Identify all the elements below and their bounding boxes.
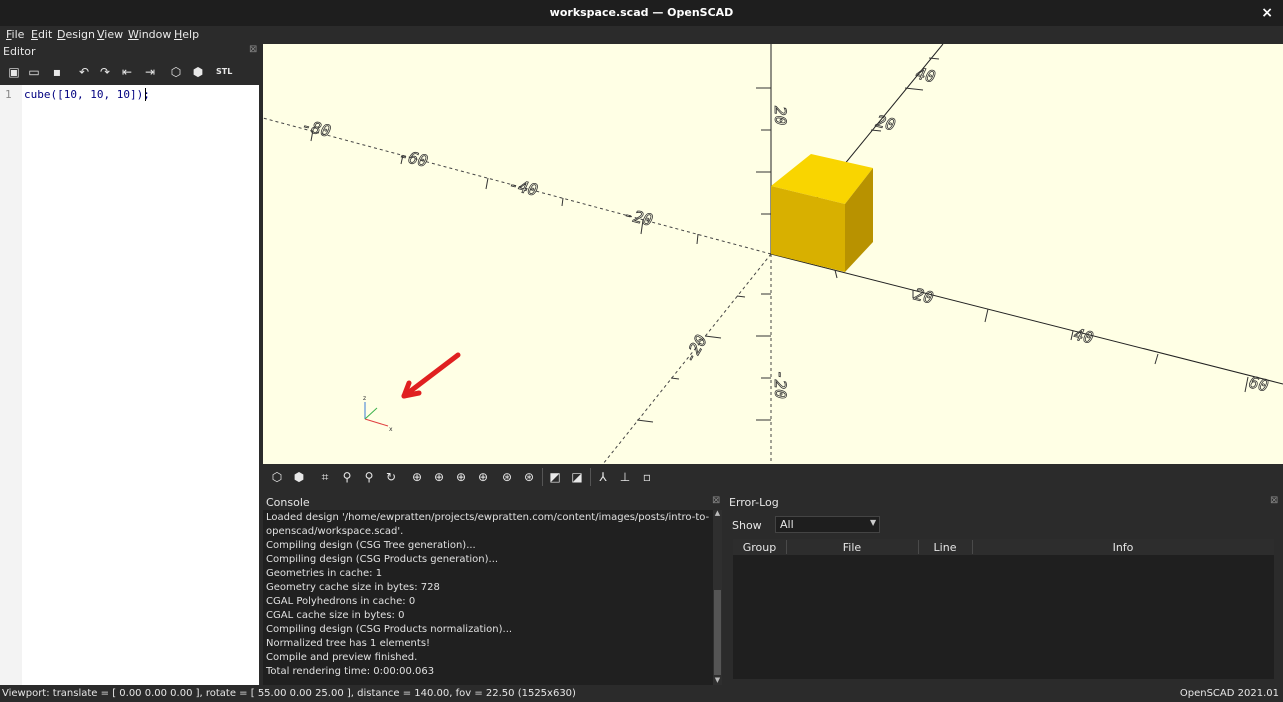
console-line: Compiling design (CSG Products normaliza…	[266, 624, 513, 635]
3d-viewport[interactable]: 20 40 60 -20 -40 -60 -80 20 -20 20 40 -2…	[263, 44, 1283, 464]
x-tick-label: 20	[912, 284, 935, 307]
view-toolbar: ⬡ ⬢ ⌗ ⚲ ⚲ ↻ ⊕ ⊕ ⊕ ⊕ ⊛ ⊛ ◩ ◪ ⅄ ⊥ ▫	[263, 464, 1283, 490]
redo-icon[interactable]: ↷	[97, 62, 113, 82]
console-line: Total rendering time: 0:00:00.063	[266, 666, 435, 677]
menu-help[interactable]: Help	[174, 28, 199, 41]
x-tick-label: -40	[507, 174, 540, 199]
z-tick-label: -20	[771, 370, 790, 399]
console-line: Geometries in cache: 1	[266, 568, 383, 579]
error-log-table[interactable]	[733, 539, 1274, 679]
console-line: CGAL cache size in bytes: 0	[266, 610, 405, 621]
export-stl-icon[interactable]: STL	[216, 62, 232, 82]
console-line: CGAL Polyhedrons in cache: 0	[266, 596, 416, 607]
perspective-icon[interactable]: ◩	[546, 468, 564, 486]
console-line: Compiling design (CSG Tree generation)..…	[266, 540, 476, 551]
text-cursor	[145, 88, 146, 101]
top-view-icon[interactable]: ⊕	[430, 468, 448, 486]
save-icon[interactable]: ▪	[49, 62, 65, 82]
bottom-view-icon[interactable]: ⊕	[452, 468, 470, 486]
error-log-panel-title: Error-Log	[729, 496, 779, 509]
console-line: Compile and preview finished.	[266, 652, 418, 663]
version-label: OpenSCAD 2021.01	[1179, 688, 1279, 699]
x-tick-label: -20	[622, 204, 655, 229]
column-header-line[interactable]: Line	[918, 541, 972, 554]
unindent-icon[interactable]: ⇤	[119, 62, 135, 82]
editor-toolbar: ▣ ▭ ▪ ↶ ↷ ⇤ ⇥ ⬡ ⬢ STL	[0, 62, 260, 84]
toolbar-separator	[590, 468, 591, 486]
annotation-arrow	[401, 352, 461, 399]
menu-design[interactable]: Design	[57, 28, 95, 41]
left-view-icon[interactable]: ⊕	[474, 468, 492, 486]
menu-file[interactable]: File	[6, 28, 24, 41]
menu-edit[interactable]: Edit	[31, 28, 52, 41]
console-scrollbar-thumb[interactable]	[714, 590, 721, 675]
undo-icon[interactable]: ↶	[76, 62, 92, 82]
column-header-group[interactable]: Group	[733, 541, 786, 554]
preview-icon[interactable]: ⬡	[268, 468, 286, 486]
menu-bar: File Edit Design View Window Help	[0, 26, 1283, 44]
gizmo-x-label: x	[389, 426, 393, 433]
editor-panel-title: Editor	[3, 45, 36, 58]
zoom-out-icon[interactable]: ⚲	[360, 468, 378, 486]
view-all-icon[interactable]: ⌗	[316, 468, 334, 486]
show-edges-icon[interactable]: ▫	[638, 468, 656, 486]
line-number-gutter	[0, 85, 22, 685]
scroll-up-arrow-icon[interactable]: ▲	[713, 509, 722, 519]
x-tick-label: 40	[1072, 324, 1095, 347]
console-panel-title: Console	[266, 496, 310, 509]
render-icon[interactable]: ⬢	[190, 62, 206, 82]
line-number: 1	[5, 88, 12, 101]
console-line: openscad/workspace.scad'.	[266, 526, 404, 537]
new-icon[interactable]: ▣	[6, 62, 22, 82]
render-icon[interactable]: ⬢	[290, 468, 308, 486]
chevron-down-icon[interactable]: ▼	[870, 518, 876, 527]
show-scale-icon[interactable]: ⊥	[616, 468, 634, 486]
viewport-canvas: 20 40 60 -20 -40 -60 -80 20 -20 20 40 -2…	[263, 44, 1283, 464]
show-filter-label: Show	[732, 519, 762, 532]
code-line[interactable]: cube([10, 10, 10]);	[24, 88, 150, 101]
console-line: Loaded design '/home/ewpratten/projects/…	[266, 512, 710, 523]
gizmo-z-label: z	[363, 395, 366, 402]
column-header-file[interactable]: File	[786, 541, 918, 554]
zoom-in-icon[interactable]: ⚲	[338, 468, 356, 486]
z-tick-label: 20	[771, 106, 790, 125]
back-view-icon[interactable]: ⊛	[520, 468, 538, 486]
open-icon[interactable]: ▭	[26, 62, 42, 82]
menu-view[interactable]: View	[97, 28, 123, 41]
indent-icon[interactable]: ⇥	[142, 62, 158, 82]
window-title: workspace.scad — OpenSCAD	[549, 6, 734, 19]
axes-gizmo: z x	[363, 395, 393, 433]
x-tick-label: -60	[397, 145, 430, 170]
console-line: Geometry cache size in bytes: 728	[266, 582, 440, 593]
code-editor[interactable]	[0, 85, 259, 685]
console-line: Compiling design (CSG Products generatio…	[266, 554, 499, 565]
menu-window[interactable]: Window	[128, 28, 171, 41]
y-tick-label: 40	[914, 63, 937, 86]
show-filter-select[interactable]: All	[775, 516, 880, 533]
console-line: Normalized tree has 1 elements!	[266, 638, 431, 649]
orthogonal-icon[interactable]: ◪	[568, 468, 586, 486]
console-dock-close-button[interactable]: ⊠	[712, 495, 720, 506]
close-window-button[interactable]: ×	[1261, 0, 1273, 26]
viewport-status-text: Viewport: translate = [ 0.00 0.00 0.00 ]…	[2, 688, 576, 699]
toolbar-separator	[542, 468, 543, 486]
reset-view-icon[interactable]: ↻	[382, 468, 400, 486]
x-axis-positive	[770, 253, 1283, 385]
right-view-icon[interactable]: ⊕	[408, 468, 426, 486]
editor-dock-close-button[interactable]: ⊠	[249, 44, 257, 55]
front-view-icon[interactable]: ⊛	[498, 468, 516, 486]
column-header-info[interactable]: Info	[972, 541, 1274, 554]
preview-icon[interactable]: ⬡	[168, 62, 184, 82]
x-tick-label: -80	[300, 115, 333, 140]
show-axes-icon[interactable]: ⅄	[594, 468, 612, 486]
error-log-dock-close-button[interactable]: ⊠	[1270, 495, 1278, 506]
x-tick-label: 60	[1247, 372, 1270, 395]
